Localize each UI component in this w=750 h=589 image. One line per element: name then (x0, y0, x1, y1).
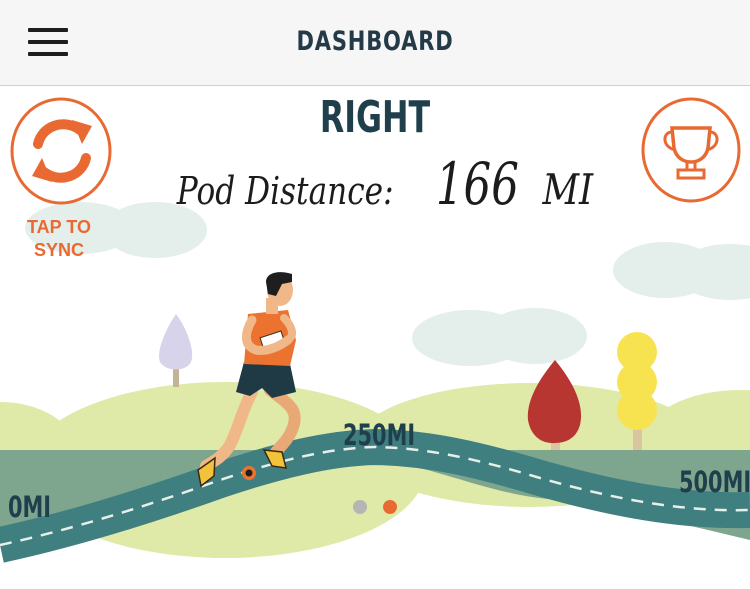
sync-button[interactable] (8, 96, 114, 208)
tap-to-sync-label[interactable]: TAP TO SYNC (14, 216, 104, 262)
trophy-icon (641, 97, 741, 203)
pod-distance-unit: MI (542, 165, 593, 214)
mile-marker-start: 0MI (8, 490, 52, 524)
page-dot-2[interactable] (383, 500, 397, 514)
top-nav-bar: DASHBOARD (0, 0, 750, 86)
page-dot-1[interactable] (353, 500, 367, 514)
page-title: DASHBOARD (296, 26, 454, 57)
hamburger-menu-icon[interactable] (20, 20, 76, 66)
tree-lavender (159, 314, 193, 387)
sync-arrows-icon (10, 97, 112, 205)
pod-side-heading: RIGHT (319, 92, 431, 143)
pod-distance-label: Pod Distance: (176, 169, 394, 213)
mile-marker-mid: 250MI (343, 418, 416, 452)
mile-marker-end: 500MI (679, 465, 750, 499)
pod-distance-value: 166 (435, 150, 519, 218)
trophy-button[interactable] (638, 96, 744, 204)
